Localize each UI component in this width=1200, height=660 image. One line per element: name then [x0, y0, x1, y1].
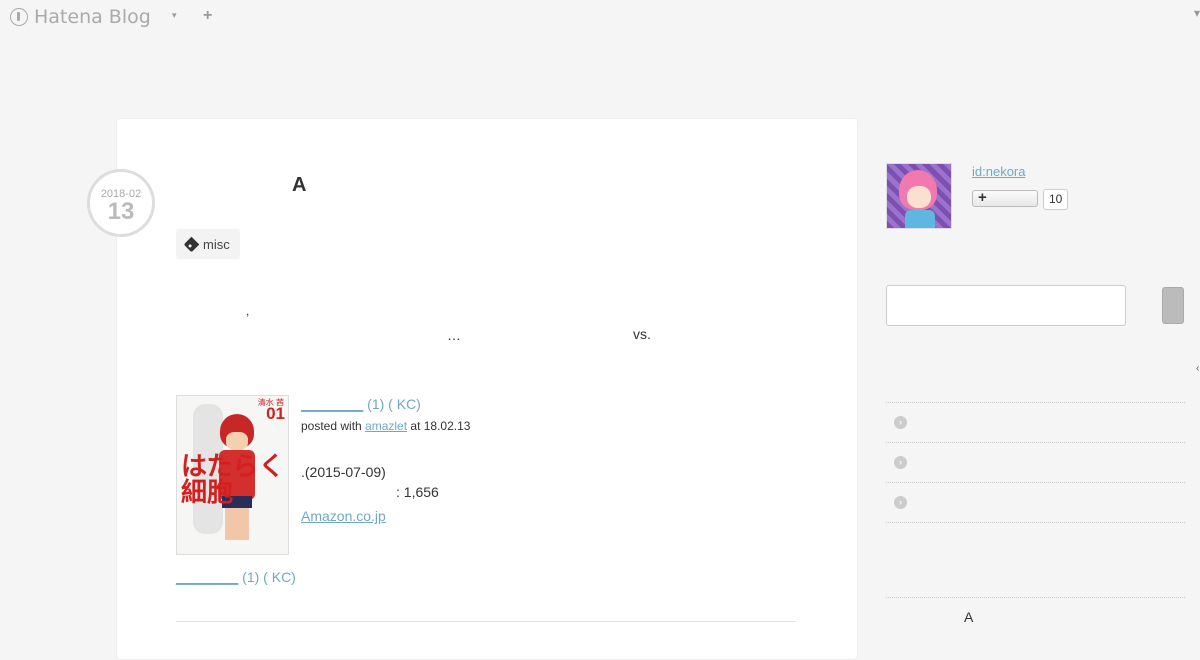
body-text-fragment: , — [246, 304, 250, 318]
subscribe-button[interactable]: + — [972, 189, 1038, 207]
list-item[interactable]: › — [886, 443, 1185, 483]
book-release-date: .(2015-07-09) — [301, 464, 386, 480]
chevron-down-icon[interactable]: ▾ — [172, 10, 177, 21]
book-price: : 1,656 — [396, 484, 439, 500]
subscriber-count: 10 — [1043, 189, 1069, 210]
hatena-blog-logo[interactable]: Hatena Blog — [10, 6, 151, 28]
category-list: › › › — [886, 402, 1185, 523]
date-badge[interactable]: 2018-02 13 — [87, 169, 155, 237]
search-button[interactable] — [1162, 287, 1184, 324]
hatena-logo-icon — [10, 8, 28, 26]
list-item[interactable]: › — [886, 483, 1185, 523]
tag-label: misc — [203, 236, 230, 252]
book-title-link[interactable]: ________ (1) ( KC) — [301, 396, 421, 412]
cover-volume: 01 — [266, 404, 285, 423]
logo-text: Hatena Blog — [34, 6, 151, 28]
book-title-link-2[interactable]: ________ (1) ( KC) — [176, 569, 296, 585]
search-input[interactable] — [886, 285, 1126, 326]
body-text-fragment: vs. — [633, 326, 651, 342]
module-title: A — [964, 609, 974, 625]
book-cover-image[interactable]: 清水 茜 01 はたらく細胞 — [176, 395, 289, 555]
list-item[interactable]: › — [886, 403, 1185, 443]
category-tag[interactable]: misc — [176, 229, 240, 259]
menu-caret-icon[interactable]: ▾ — [1194, 6, 1200, 20]
scroll-mark: ‹ — [1196, 363, 1200, 374]
body-text-fragment: … — [447, 327, 461, 343]
plus-icon: + — [978, 189, 987, 206]
plus-icon[interactable]: + — [203, 7, 212, 25]
tag-icon — [183, 236, 200, 252]
cover-title-logo: はたらく細胞 — [181, 452, 285, 508]
amazlet-link[interactable]: amazlet — [365, 419, 407, 433]
date-day: 13 — [107, 198, 135, 225]
entry-title[interactable]: A — [292, 174, 306, 197]
avatar[interactable] — [886, 163, 952, 229]
module-divider — [886, 597, 1185, 598]
global-header: Hatena Blog ▾ + ▾ — [0, 0, 1200, 36]
chevron-right-icon: › — [894, 496, 907, 509]
posted-with-line: posted with amazlet at 18.02.13 — [301, 419, 471, 433]
user-id-link[interactable]: id:nekora — [972, 164, 1025, 179]
amazon-link[interactable]: Amazon.co.jp — [301, 508, 386, 524]
cover-figure-face — [226, 432, 248, 450]
chevron-right-icon: › — [894, 456, 907, 469]
entry-divider — [176, 621, 796, 622]
chevron-right-icon: › — [894, 416, 907, 429]
